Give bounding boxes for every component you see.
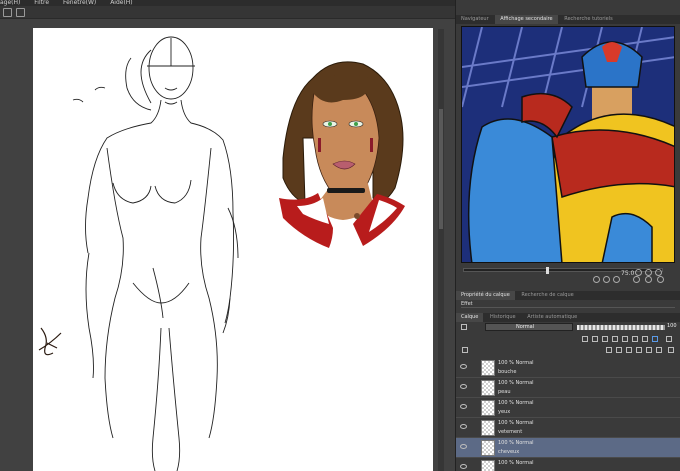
eye-icon[interactable] xyxy=(460,384,467,389)
zoom-value: 75.0 xyxy=(621,270,635,277)
properties-tabbar: Propriété du calque Recherche de calque xyxy=(456,291,680,300)
ruler-icon[interactable] xyxy=(652,336,658,342)
layer-tabbar: Calque Historique Artiste automatique xyxy=(456,313,680,322)
layer-list: 100 % Normal bouche 100 % Normal peau 100 % … xyxy=(456,358,680,471)
effect-row: Effet xyxy=(461,301,675,308)
tab-layer-search[interactable]: Recherche de calque xyxy=(516,291,578,300)
draft-icon[interactable] xyxy=(622,336,628,342)
layer-mode: 100 % Normal xyxy=(498,420,534,426)
fit-view-icon[interactable] xyxy=(655,269,662,276)
mask-icon[interactable] xyxy=(642,336,648,342)
sketch-artwork xyxy=(38,36,405,471)
navigator-tabbar: Navigateur Affichage secondaire Recherch… xyxy=(456,15,680,24)
tab-tutorial-search[interactable]: Recherche tutoriels xyxy=(559,15,618,24)
opacity-value: 100 xyxy=(667,323,677,329)
delete-icon[interactable] xyxy=(657,276,664,283)
layer-name: cheveux xyxy=(498,449,520,455)
tab-layer-properties[interactable]: Propriété du calque xyxy=(456,291,515,300)
image-icon[interactable] xyxy=(645,276,652,283)
layer-thumbnail xyxy=(481,380,495,396)
panel-menu-icon[interactable] xyxy=(666,336,672,342)
navigator-controls: 75.0 xyxy=(461,266,675,284)
canvas-vertical-scrollbar[interactable] xyxy=(438,29,444,471)
blend-row: Normal 100 xyxy=(459,323,679,332)
scrollbar-thumb[interactable] xyxy=(439,109,443,229)
layer-color-icon[interactable] xyxy=(461,324,467,330)
effect-label: Effet xyxy=(461,301,473,307)
zoom-slider-knob[interactable] xyxy=(546,267,549,274)
right-panel: Navigateur Affichage secondaire Recherch… xyxy=(455,0,680,471)
layer-thumbnail xyxy=(481,460,495,471)
canvas-area xyxy=(0,19,455,471)
new-vector-layer-icon[interactable] xyxy=(616,347,622,353)
layer-name: vetement xyxy=(498,429,523,435)
new-folder-icon[interactable] xyxy=(626,347,632,353)
edit-pen-icon[interactable] xyxy=(3,8,12,17)
layer-thumbnail xyxy=(481,400,495,416)
layer-mode: 100 % Normal xyxy=(498,400,534,406)
layer-row[interactable]: 100 % Normal xyxy=(456,458,680,471)
mask-add-icon[interactable] xyxy=(646,347,652,353)
secondary-view-image xyxy=(461,26,675,263)
eye-icon[interactable] xyxy=(460,464,467,469)
layer-mode: 100 % Normal xyxy=(498,360,534,366)
layer-panel-menu-icon[interactable] xyxy=(462,347,468,353)
duplicate-icon[interactable] xyxy=(656,347,662,353)
layer-row[interactable]: 100 % Normal yeux xyxy=(456,398,680,418)
colored-portrait xyxy=(276,61,405,248)
folder-icon[interactable] xyxy=(633,276,640,283)
app-window: age(H) Filtre Fenêtre(W) Aide(H) Navigat… xyxy=(0,0,680,471)
opacity-slider[interactable] xyxy=(577,325,665,330)
eye-icon[interactable] xyxy=(460,444,467,449)
command-bar xyxy=(0,6,455,19)
zoom-out-icon[interactable] xyxy=(645,269,652,276)
merge-down-icon[interactable] xyxy=(636,347,642,353)
lock-transparency-icon[interactable] xyxy=(582,336,588,342)
eye-icon[interactable] xyxy=(460,424,467,429)
tab-secondary-view[interactable]: Affichage secondaire xyxy=(495,15,558,24)
artist-signature xyxy=(38,327,62,356)
layer-row[interactable]: 100 % Normal vetement xyxy=(456,418,680,438)
layer-row[interactable]: 100 % Normal bouche xyxy=(456,358,680,378)
tab-auto-actions[interactable]: Artiste automatique xyxy=(522,313,582,322)
layer-mode: 100 % Normal xyxy=(498,380,534,386)
lock-icon[interactable] xyxy=(592,336,598,342)
zoom-in-icon[interactable] xyxy=(635,269,642,276)
layer-name: bouche xyxy=(498,369,517,375)
layer-actions-row xyxy=(456,345,680,355)
layer-mode: 100 % Normal xyxy=(498,460,534,466)
flip-icon[interactable] xyxy=(613,276,620,283)
layer-options-row xyxy=(456,335,680,344)
tab-navigator[interactable]: Navigateur xyxy=(456,15,494,24)
layer-thumbnail xyxy=(481,360,495,376)
layer-row[interactable]: 100 % Normal cheveux xyxy=(456,438,680,458)
clip-icon[interactable] xyxy=(602,336,608,342)
eye-icon[interactable] xyxy=(460,404,467,409)
blend-mode-select[interactable]: Normal xyxy=(485,323,573,331)
layer-row[interactable]: 100 % Normal peau xyxy=(456,378,680,398)
rotate-right-icon[interactable] xyxy=(603,276,610,283)
layer-thumbnail xyxy=(481,440,495,456)
body-sketch xyxy=(72,36,239,471)
reference-image xyxy=(462,27,674,262)
tab-history[interactable]: Historique xyxy=(485,313,521,322)
reference-icon[interactable] xyxy=(612,336,618,342)
drawing-canvas[interactable] xyxy=(33,28,433,471)
layer-name: yeux xyxy=(498,409,511,415)
palette-icon[interactable] xyxy=(632,336,638,342)
new-raster-layer-icon[interactable] xyxy=(606,347,612,353)
layer-name: peau xyxy=(498,389,511,395)
layer-settings-icon[interactable] xyxy=(16,8,25,17)
rotate-left-icon[interactable] xyxy=(593,276,600,283)
layer-thumbnail xyxy=(481,420,495,436)
delete-layer-icon[interactable] xyxy=(668,347,674,353)
tab-layers[interactable]: Calque xyxy=(456,313,484,322)
eye-icon[interactable] xyxy=(460,364,467,369)
layer-mode: 100 % Normal xyxy=(498,440,534,446)
